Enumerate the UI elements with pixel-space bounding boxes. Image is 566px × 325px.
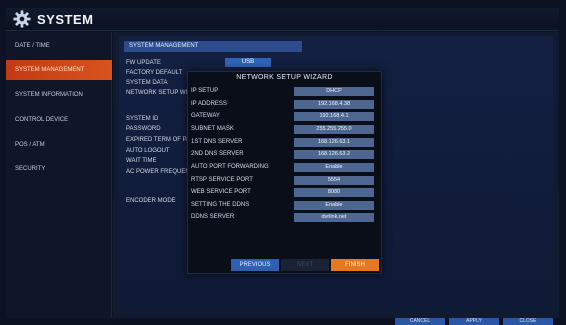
setting-fw-update: FW UPDATE xyxy=(126,60,161,66)
sidebar-item-date-time[interactable]: DATE / TIME xyxy=(6,36,112,56)
field-label: DDNS SERVER xyxy=(191,214,235,220)
sidebar: DATE / TIME SYSTEM MANAGEMENT SYSTEM INF… xyxy=(6,32,112,318)
sidebar-item-system-management[interactable]: SYSTEM MANAGEMENT xyxy=(6,60,112,80)
rtsp-port-input[interactable]: 5554 xyxy=(294,176,374,185)
action-bar: CANCEL APPLY CLOSE xyxy=(113,318,559,325)
sidebar-item-security[interactable]: SECURITY xyxy=(6,159,112,179)
field-ddns-server: DDNS SERVER dvrlink.net xyxy=(188,212,383,223)
auto-port-forwarding-select[interactable]: Enable xyxy=(294,163,374,172)
field-label: IP ADDRESS xyxy=(191,101,227,107)
ip-address-input[interactable]: 192.168.4.38 xyxy=(294,100,374,109)
system-window: SYSTEM DATE / TIME SYSTEM MANAGEMENT SYS… xyxy=(0,0,566,325)
close-button[interactable]: CLOSE xyxy=(503,318,553,325)
setting-system-data[interactable]: SYSTEM DATA xyxy=(126,80,167,86)
network-setup-wizard-dialog: NETWORK SETUP WIZARD IP SETUP DHCP IP AD… xyxy=(187,71,382,274)
sidebar-item-system-information[interactable]: SYSTEM INFORMATION xyxy=(6,85,112,105)
field-auto-port-forwarding: AUTO PORT FORWARDING Enable xyxy=(188,162,383,173)
setting-auto-logout[interactable]: AUTO LOGOUT xyxy=(126,148,170,154)
cancel-button[interactable]: CANCEL xyxy=(395,318,445,325)
field-setting-ddns: SETTING THE DDNS Enable xyxy=(188,200,383,211)
setting-encoder-mode[interactable]: ENCODER MODE xyxy=(126,198,176,204)
usb-button[interactable]: USB xyxy=(225,58,271,67)
sidebar-item-control-device[interactable]: CONTROL DEVICE xyxy=(6,110,112,130)
section-title: SYSTEM MANAGEMENT xyxy=(124,41,302,52)
setting-password[interactable]: PASSWORD xyxy=(126,126,161,132)
field-ip-address: IP ADDRESS 192.168.4.38 xyxy=(188,99,383,110)
field-ip-setup: IP SETUP DHCP xyxy=(188,86,383,97)
field-label: AUTO PORT FORWARDING xyxy=(191,164,269,170)
field-label: 2ND DNS SERVER xyxy=(191,151,244,157)
window-title: SYSTEM xyxy=(37,12,94,27)
field-2nd-dns: 2ND DNS SERVER 168.126.63.2 xyxy=(188,149,383,160)
setting-system-id[interactable]: SYSTEM ID xyxy=(126,116,158,122)
gateway-input[interactable]: 192.168.4.1 xyxy=(294,112,374,121)
gear-icon xyxy=(13,10,31,28)
setting-wait-time[interactable]: WAIT TIME xyxy=(126,158,157,164)
dialog-title: NETWORK SETUP WIZARD xyxy=(236,74,333,81)
previous-button[interactable]: PREVIOUS xyxy=(231,259,279,271)
field-label: 1ST DNS SERVER xyxy=(191,139,243,145)
field-label: WEB SERVICE PORT xyxy=(191,189,251,195)
finish-button[interactable]: FINISH xyxy=(331,259,379,271)
field-label: RTSP SERVICE PORT xyxy=(191,177,253,183)
field-label: GATEWAY xyxy=(191,113,220,119)
field-label: SUBNET MASK xyxy=(191,126,234,132)
dns1-input[interactable]: 168.126.63.1 xyxy=(294,138,374,147)
field-label: SETTING THE DDNS xyxy=(191,202,250,208)
field-1st-dns: 1ST DNS SERVER 168.126.63.1 xyxy=(188,137,383,148)
field-subnet-mask: SUBNET MASK 255.255.255.0 xyxy=(188,124,383,135)
dns2-input[interactable]: 168.126.63.2 xyxy=(294,150,374,159)
field-label: IP SETUP xyxy=(191,88,219,94)
apply-button[interactable]: APPLY xyxy=(449,318,499,325)
subnet-mask-input[interactable]: 255.255.255.0 xyxy=(294,125,374,134)
ddns-setting-select[interactable]: Enable xyxy=(294,201,374,210)
web-port-input[interactable]: 8080 xyxy=(294,188,374,197)
setting-factory-default[interactable]: FACTORY DEFAULT xyxy=(126,70,182,76)
next-button: NEXT xyxy=(281,259,329,271)
title-bar: SYSTEM xyxy=(6,8,559,31)
field-gateway: GATEWAY 192.168.4.1 xyxy=(188,111,383,122)
ddns-server-select[interactable]: dvrlink.net xyxy=(294,213,374,222)
field-web-port: WEB SERVICE PORT 8080 xyxy=(188,187,383,198)
ip-setup-select[interactable]: DHCP xyxy=(294,87,374,96)
sidebar-item-pos-atm[interactable]: POS / ATM xyxy=(6,135,112,155)
field-rtsp-port: RTSP SERVICE PORT 5554 xyxy=(188,175,383,186)
